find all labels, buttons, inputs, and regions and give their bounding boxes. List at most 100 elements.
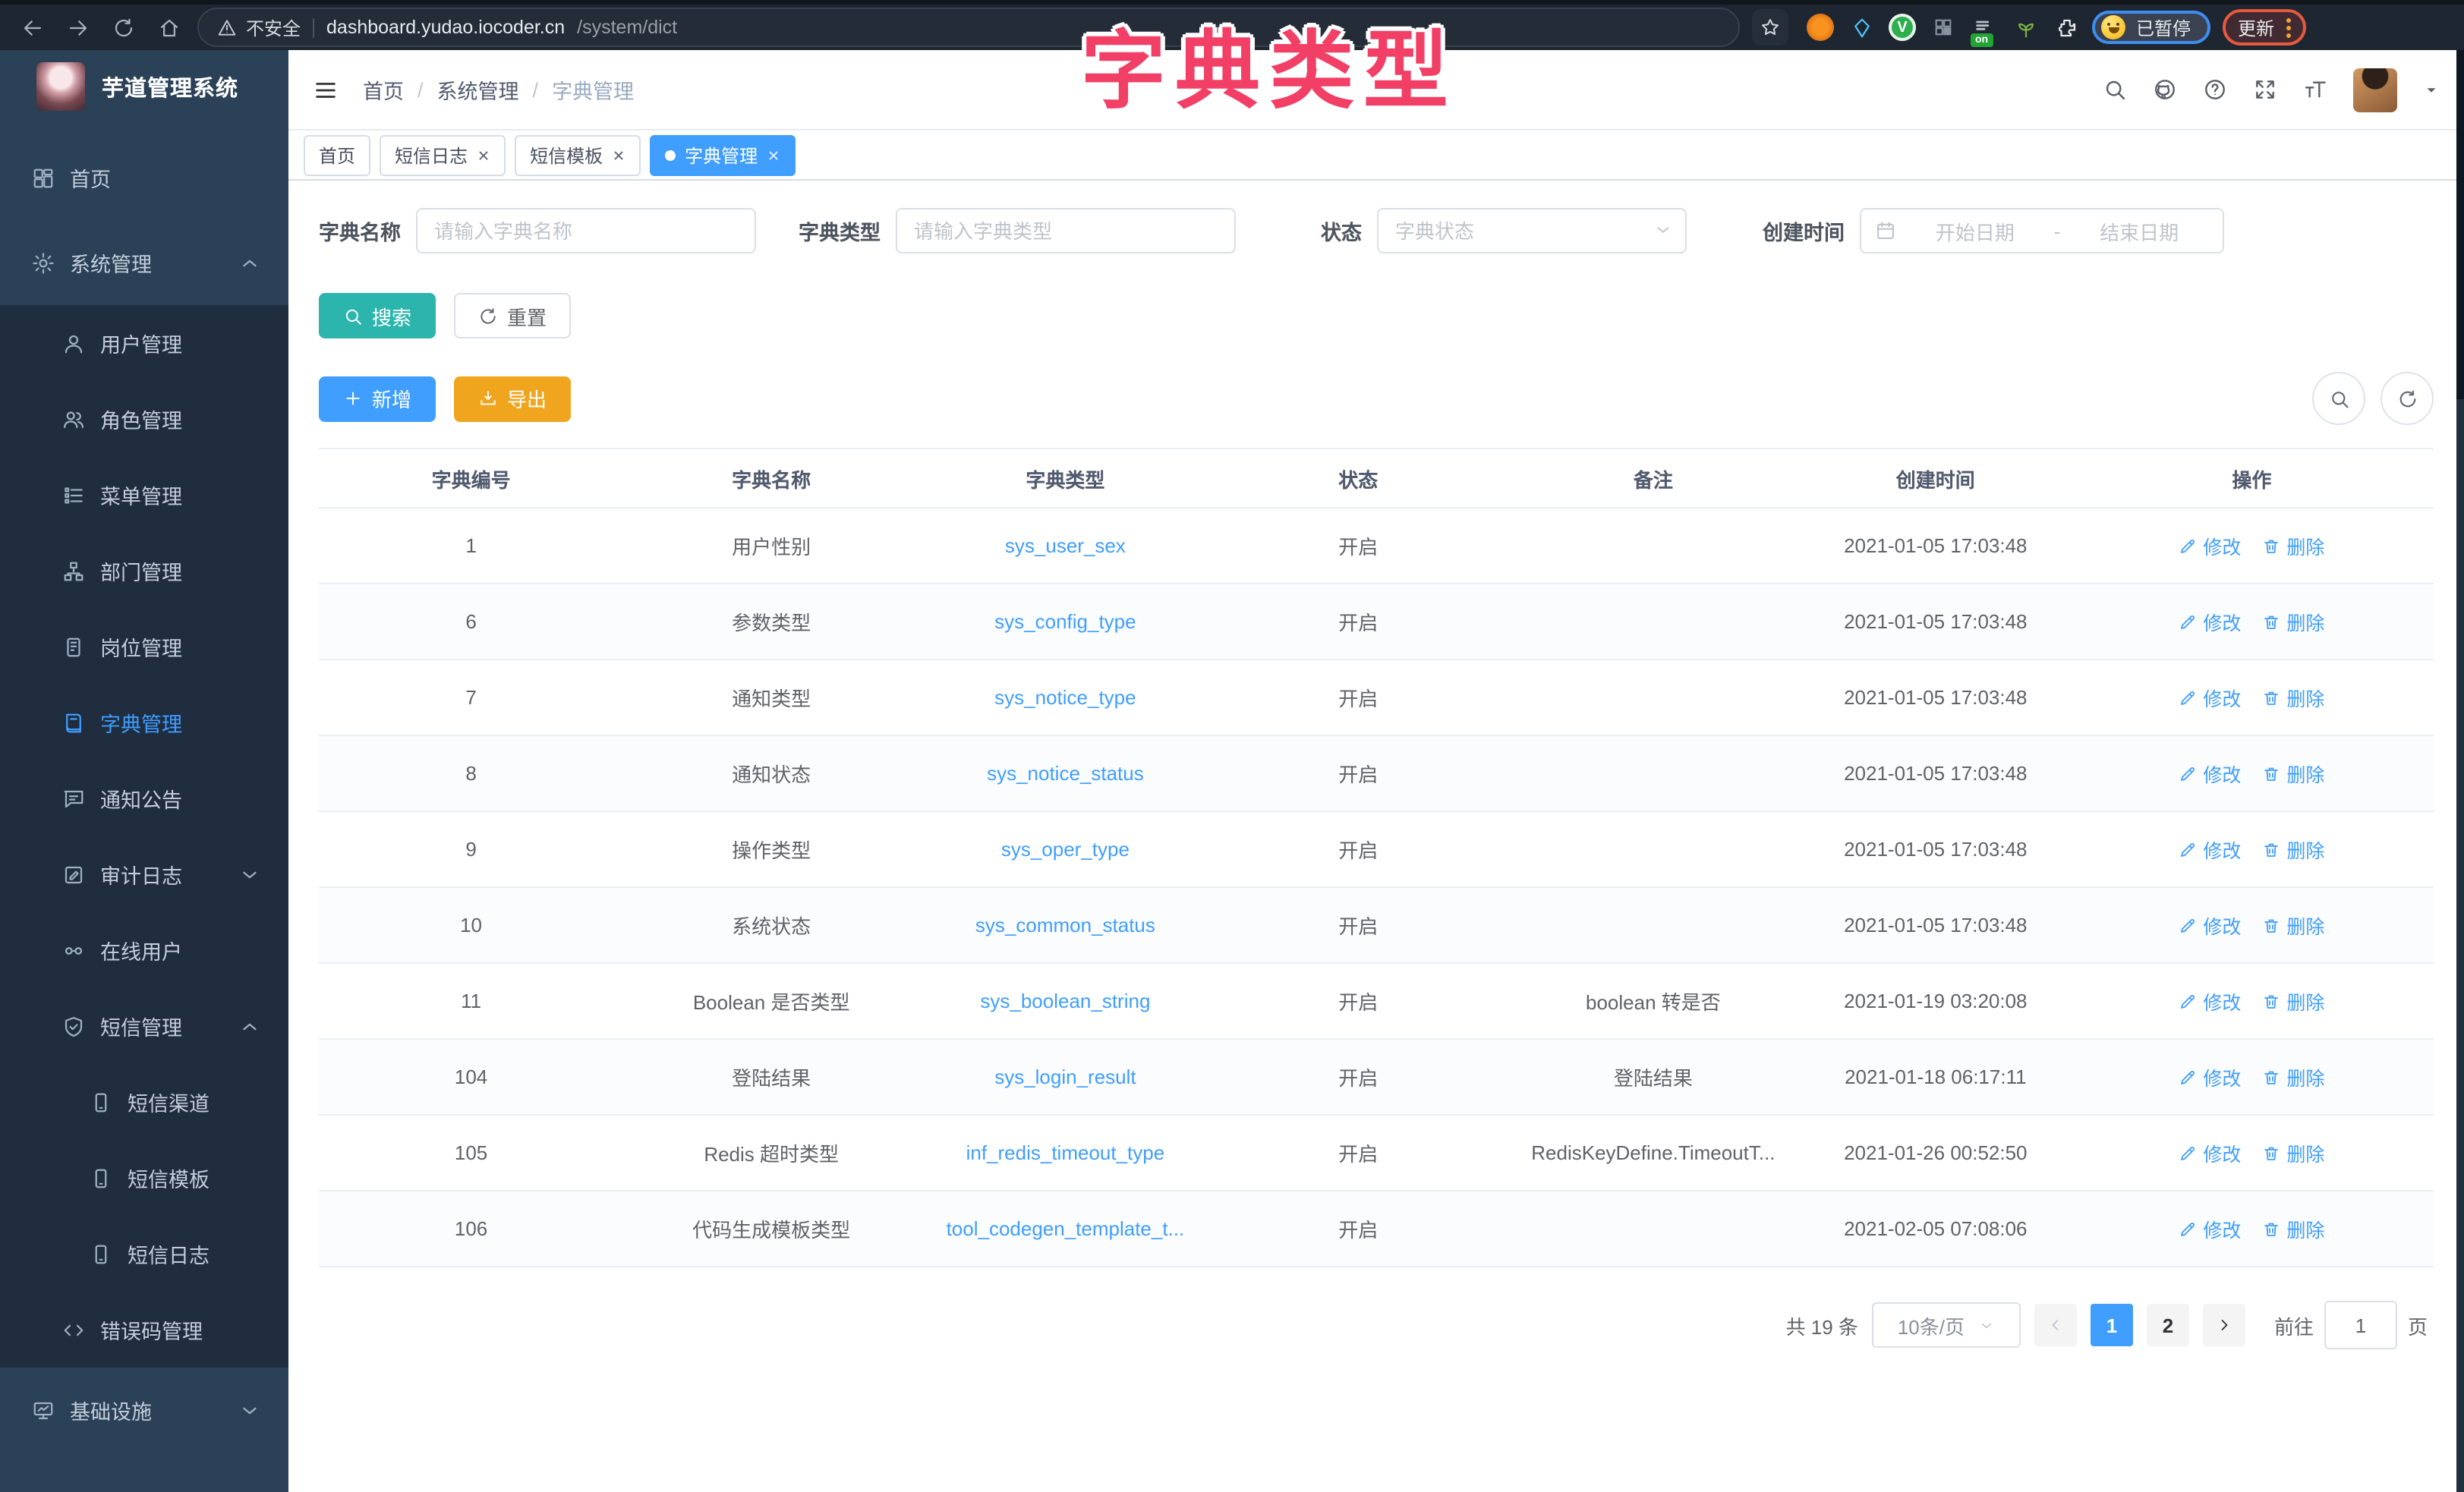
caret-down-icon[interactable]: [2423, 81, 2440, 98]
edit-action[interactable]: 修改: [2179, 683, 2241, 712]
extension-icon[interactable]: [2012, 14, 2039, 41]
reset-button[interactable]: 重置: [454, 293, 571, 338]
sidebar-item[interactable]: 审计日志: [0, 836, 288, 912]
breadcrumb-system[interactable]: 系统管理: [437, 74, 519, 105]
close-icon[interactable]: [612, 148, 625, 162]
edit-action[interactable]: 修改: [2179, 1062, 2241, 1091]
tab-item[interactable]: 首页: [304, 134, 370, 175]
delete-action[interactable]: 删除: [2262, 531, 2324, 560]
page-button[interactable]: 2: [2147, 1304, 2189, 1346]
sidebar-item[interactable]: 系统管理: [0, 220, 288, 305]
site-security[interactable]: 不安全: [217, 14, 301, 40]
extension-icon[interactable]: on: [1971, 14, 1998, 41]
delete-action[interactable]: 删除: [2262, 987, 2324, 1015]
browser-back-button[interactable]: [15, 11, 49, 44]
tab-item[interactable]: 短信日志: [380, 134, 506, 175]
sidebar-item[interactable]: 部门管理: [0, 533, 288, 609]
sidebar-item[interactable]: 首页: [0, 135, 288, 220]
github-icon[interactable]: [2153, 77, 2177, 102]
edit-action[interactable]: 修改: [2179, 1138, 2241, 1167]
delete-action[interactable]: 删除: [2262, 835, 2324, 864]
tab-active[interactable]: 字典管理: [650, 134, 796, 175]
dict-name-input[interactable]: [416, 208, 756, 253]
dict-type-link[interactable]: tool_codegen_template_t...: [947, 1217, 1185, 1240]
sidebar-item[interactable]: 岗位管理: [0, 609, 288, 685]
export-button[interactable]: 导出: [454, 376, 571, 421]
dict-type-link[interactable]: sys_boolean_string: [980, 990, 1150, 1012]
paused-extension-pill[interactable]: 已暂停: [2092, 11, 2210, 44]
edit-action[interactable]: 修改: [2179, 911, 2241, 940]
delete-action[interactable]: 删除: [2262, 1062, 2324, 1091]
delete-action[interactable]: 删除: [2262, 683, 2324, 712]
extension-icon[interactable]: [1930, 14, 1957, 41]
close-icon[interactable]: [767, 148, 780, 162]
refresh-table-button[interactable]: [2381, 372, 2434, 425]
help-icon[interactable]: [2203, 77, 2227, 102]
browser-update-chip[interactable]: 更新: [2223, 9, 2306, 46]
sidebar-item[interactable]: 错误码管理: [0, 1292, 288, 1368]
delete-action[interactable]: 删除: [2262, 911, 2324, 940]
edit-action[interactable]: 修改: [2179, 1214, 2241, 1243]
sidebar-item[interactable]: 短信模板: [0, 1140, 288, 1216]
delete-action[interactable]: 删除: [2262, 607, 2324, 636]
extensions-puzzle-icon[interactable]: [2053, 14, 2080, 41]
edit-action[interactable]: 修改: [2179, 607, 2241, 636]
dict-type-link[interactable]: sys_notice_status: [987, 762, 1144, 785]
user-avatar[interactable]: [2353, 68, 2397, 112]
status-select[interactable]: [1377, 208, 1687, 253]
dict-type-link[interactable]: inf_redis_timeout_type: [966, 1141, 1165, 1164]
browser-forward-button[interactable]: [61, 11, 94, 44]
hamburger-icon[interactable]: [313, 77, 339, 102]
delete-action[interactable]: 删除: [2262, 1214, 2324, 1243]
sidebar-item[interactable]: 短信渠道: [0, 1064, 288, 1140]
page-size-select[interactable]: 10条/页: [1872, 1302, 2021, 1348]
dict-type-link[interactable]: sys_oper_type: [1001, 838, 1130, 861]
dict-type-link[interactable]: sys_login_result: [994, 1065, 1136, 1088]
prev-page-button[interactable]: [2034, 1304, 2077, 1346]
sidebar-item[interactable]: 短信管理: [0, 988, 288, 1064]
search-button[interactable]: 搜索: [319, 293, 436, 338]
kebab-menu-icon[interactable]: [2286, 17, 2291, 37]
dict-type-link[interactable]: sys_notice_type: [994, 686, 1136, 709]
show-search-button[interactable]: [2312, 372, 2365, 425]
dict-type-link[interactable]: sys_user_sex: [1005, 534, 1126, 557]
browser-reload-button[interactable]: [106, 11, 140, 44]
scrollbar-thumb[interactable]: [2456, 50, 2464, 399]
page-scrollbar[interactable]: [2456, 50, 2464, 1492]
sidebar-item[interactable]: 短信日志: [0, 1216, 288, 1292]
bookmark-star-button[interactable]: [1752, 9, 1788, 46]
edit-action[interactable]: 修改: [2179, 759, 2241, 788]
page-button[interactable]: 1: [2091, 1304, 2133, 1346]
extension-icon[interactable]: [1807, 14, 1834, 41]
sidebar-item[interactable]: 角色管理: [0, 381, 288, 457]
next-page-button[interactable]: [2203, 1304, 2245, 1346]
edit-action[interactable]: 修改: [2179, 987, 2241, 1015]
sidebar-item[interactable]: 在线用户: [0, 912, 288, 988]
sidebar-item[interactable]: 用户管理: [0, 305, 288, 381]
sidebar-item[interactable]: 通知公告: [0, 760, 288, 836]
address-bar[interactable]: 不安全 dashboard.yudao.iocoder.cn /system/d…: [197, 8, 1740, 47]
breadcrumb-home[interactable]: 首页: [363, 74, 404, 105]
search-icon[interactable]: [2103, 77, 2127, 102]
extension-icon[interactable]: [1848, 14, 1875, 41]
sidebar-item[interactable]: 菜单管理: [0, 457, 288, 533]
edit-action[interactable]: 修改: [2179, 835, 2241, 864]
delete-action[interactable]: 删除: [2262, 1138, 2324, 1167]
browser-home-button[interactable]: [152, 11, 185, 44]
dict-type-link[interactable]: sys_config_type: [994, 610, 1136, 633]
sidebar-item[interactable]: 基础设施: [0, 1368, 288, 1453]
date-range-picker[interactable]: 开始日期 - 结束日期: [1860, 208, 2224, 253]
dict-type-link[interactable]: sys_common_status: [975, 914, 1155, 936]
dict-type-input[interactable]: [896, 208, 1236, 253]
status-select-input[interactable]: [1377, 208, 1687, 253]
close-icon[interactable]: [477, 148, 490, 162]
sidebar-item[interactable]: 字典管理: [0, 685, 288, 760]
edit-action[interactable]: 修改: [2179, 531, 2241, 560]
delete-action[interactable]: 删除: [2262, 759, 2324, 788]
font-size-icon[interactable]: [2303, 77, 2327, 102]
add-button[interactable]: 新增: [319, 376, 436, 421]
tab-item[interactable]: 短信模板: [515, 134, 641, 175]
extension-icon[interactable]: V: [1889, 14, 1916, 41]
fullscreen-icon[interactable]: [2253, 77, 2277, 102]
goto-page-input[interactable]: [2324, 1301, 2397, 1349]
